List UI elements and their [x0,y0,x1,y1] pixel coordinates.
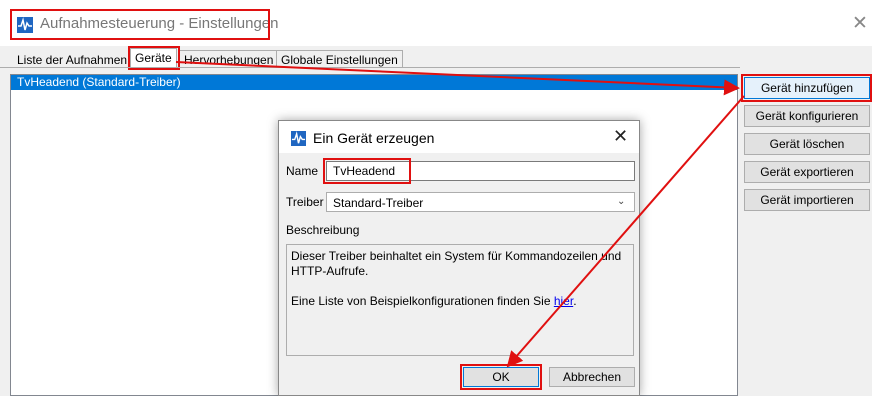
tab-devices[interactable]: Geräte [130,48,177,68]
description-text: Dieser Treiber beinhaltet ein System für… [291,249,622,278]
tab-highlights[interactable]: Hervorhebungen [179,50,279,68]
driver-select[interactable]: Standard-Treiber ⌄ [326,192,635,212]
waveform-icon [291,131,306,146]
description-link-line: Eine Liste von Beispielkonfigurationen f… [291,294,629,309]
examples-link[interactable]: hier [554,294,573,308]
close-icon[interactable]: ✕ [613,127,628,145]
ok-button[interactable]: OK [463,367,539,387]
create-device-dialog: Ein Gerät erzeugen ✕ Name Treiber Standa… [278,120,640,396]
window-title: Aufnahmesteuerung - Einstellungen [40,15,279,32]
export-device-button[interactable]: Gerät exportieren [744,161,870,183]
name-input[interactable] [326,161,635,181]
list-item-device[interactable]: TvHeadend (Standard-Treiber) [11,75,737,90]
close-icon[interactable]: ✕ [852,14,868,33]
description-label: Beschreibung [286,223,360,237]
description-link-prefix: Eine Liste von Beispielkonfigurationen f… [291,294,554,308]
driver-select-value: Standard-Treiber [333,196,424,210]
configure-device-button[interactable]: Gerät konfigurieren [744,105,870,127]
import-device-button[interactable]: Gerät importieren [744,189,870,211]
add-device-button[interactable]: Gerät hinzufügen [744,77,870,99]
delete-device-button[interactable]: Gerät löschen [744,133,870,155]
chevron-down-icon: ⌄ [617,196,626,207]
driver-label: Treiber [286,195,324,209]
tab-global-settings[interactable]: Globale Einstellungen [276,50,403,68]
dialog-title: Ein Gerät erzeugen [313,130,435,146]
tab-recordings-list[interactable]: Liste der Aufnahmen [12,50,133,68]
cancel-button[interactable]: Abbrechen [549,367,635,387]
description-box: Dieser Treiber beinhaltet ein System für… [286,244,634,356]
tab-divider [0,67,740,68]
waveform-icon [17,17,33,33]
description-link-suffix: . [573,294,577,308]
name-label: Name [286,164,319,178]
